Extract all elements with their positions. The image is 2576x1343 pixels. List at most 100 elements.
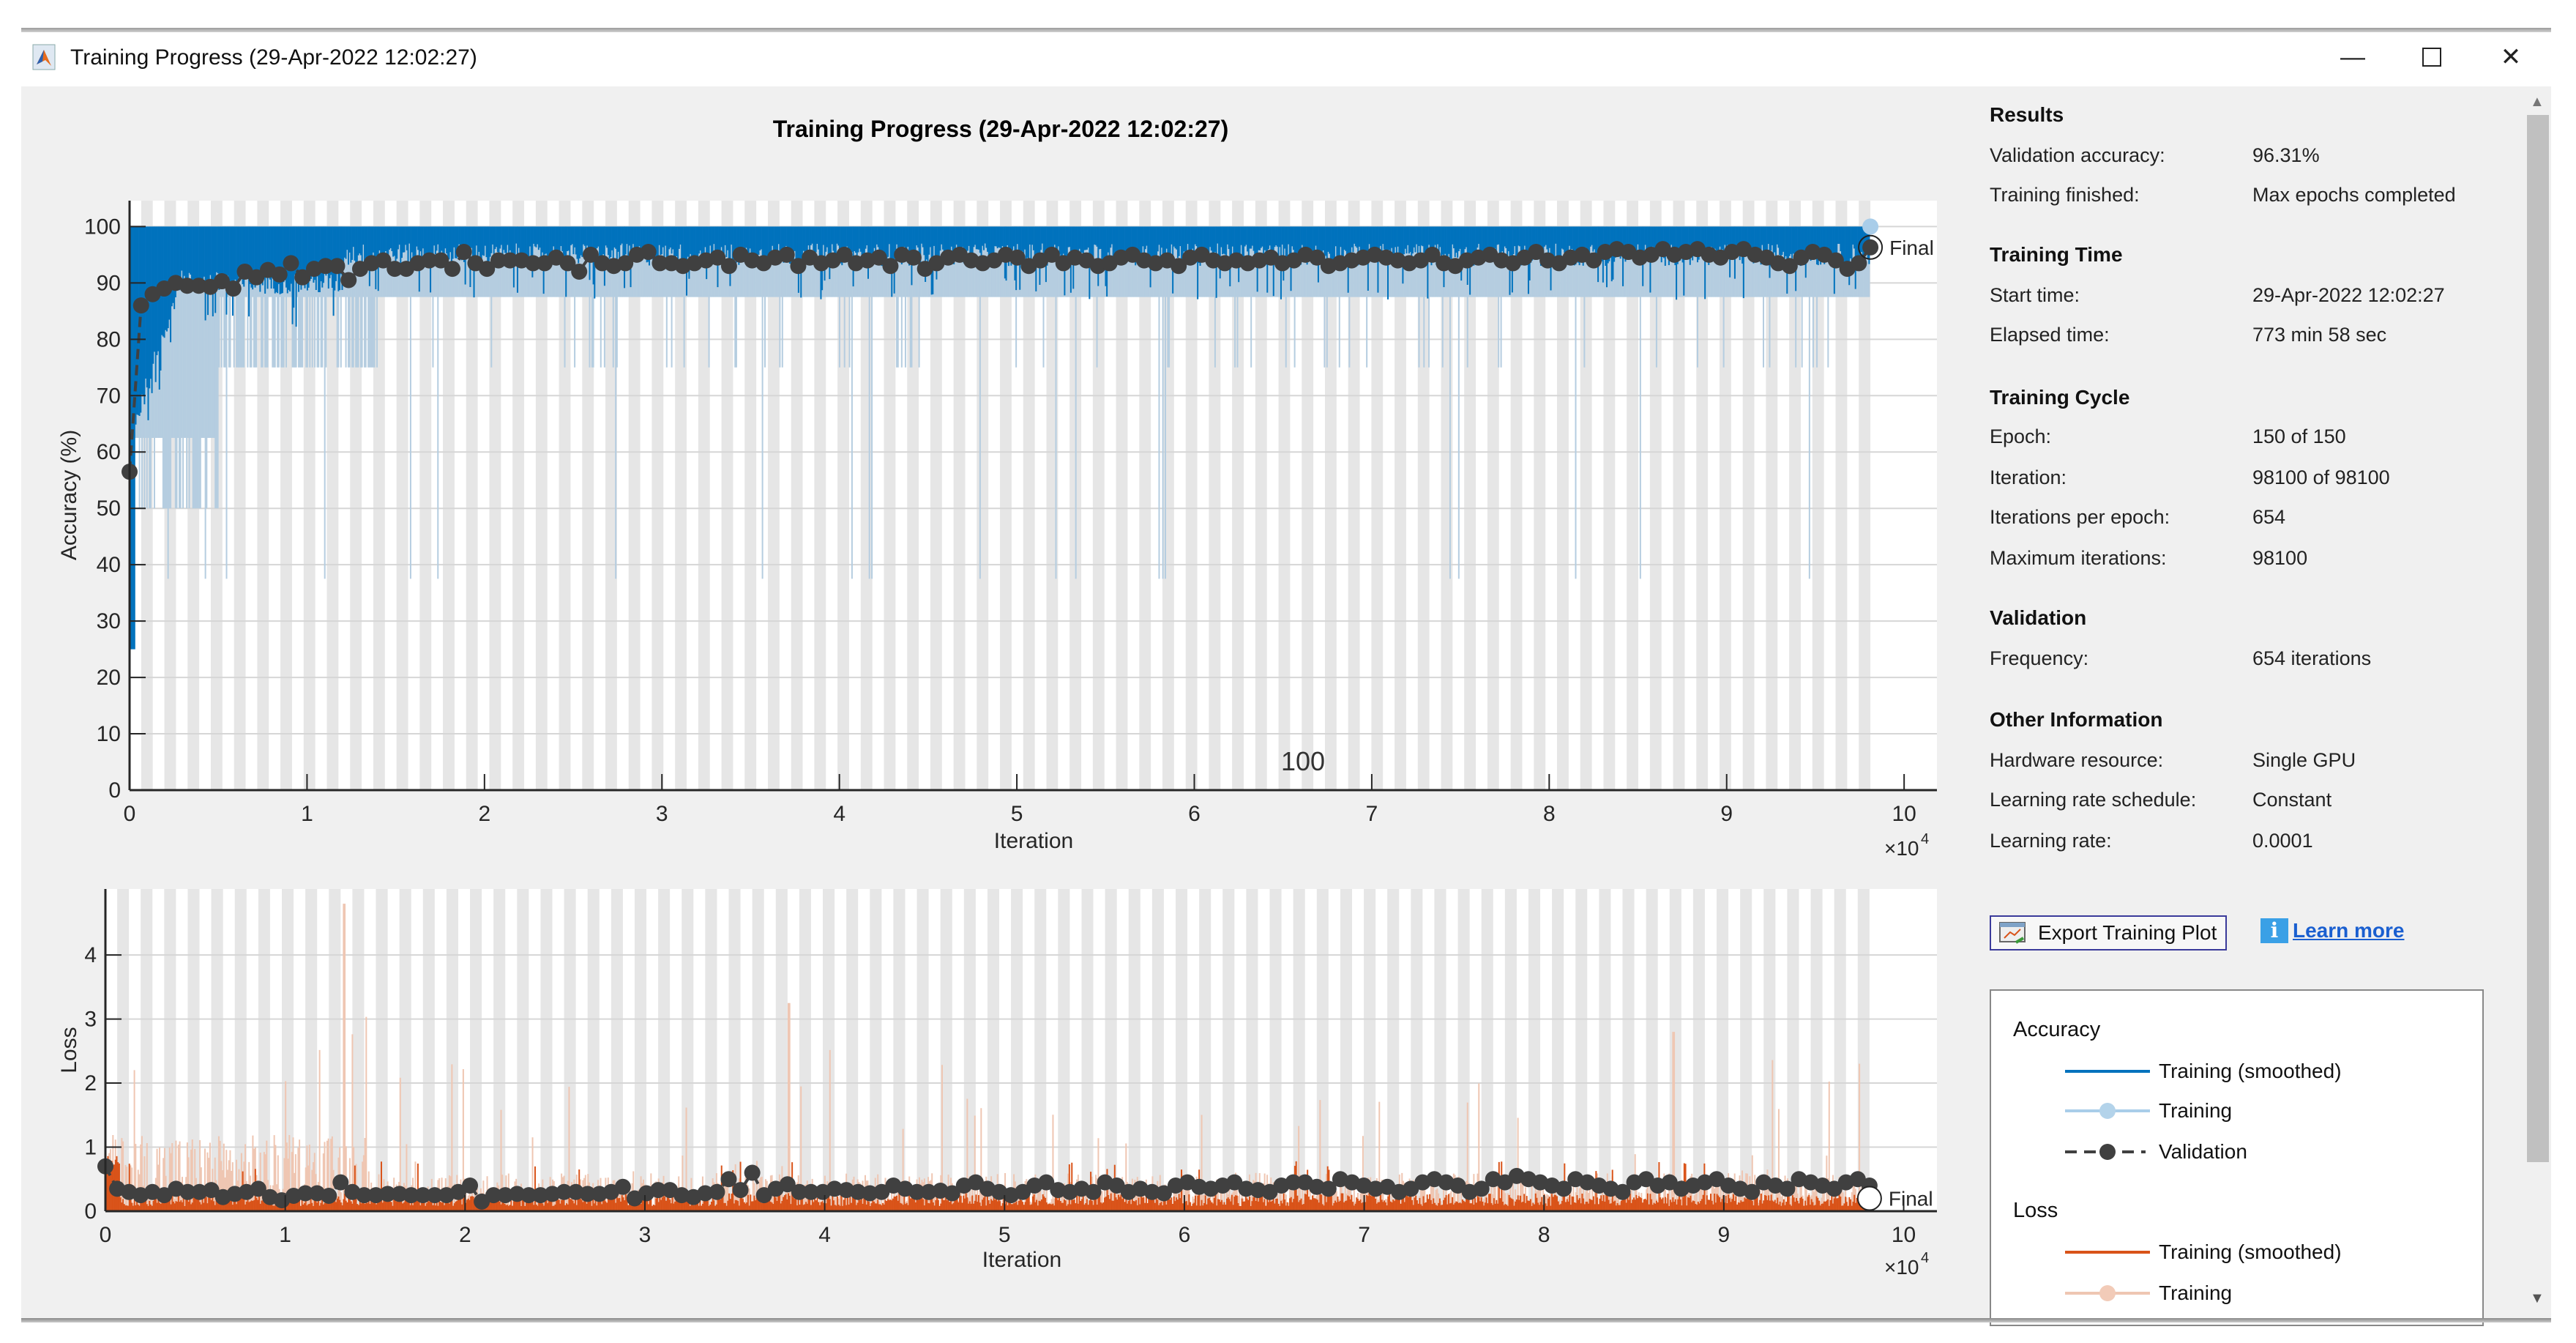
close-icon: ✕ — [2500, 43, 2522, 71]
loss-epoch-band — [1058, 889, 1070, 1211]
accuracy-ytick-label: 30 — [97, 609, 121, 633]
minimize-button[interactable]: — — [2331, 38, 2375, 76]
loss-epoch-band — [1411, 889, 1423, 1211]
validation-accuracy-point — [1862, 239, 1879, 256]
loss-epoch-band — [1810, 889, 1823, 1211]
loss-epoch-band — [916, 889, 929, 1211]
loss-epoch-band — [846, 889, 859, 1211]
loss-epoch-band — [1692, 889, 1705, 1211]
accuracy-ytick-label: 90 — [97, 271, 121, 295]
loss-epoch-band — [493, 889, 506, 1211]
loss-epoch-band — [728, 889, 741, 1211]
loss-epoch-band — [752, 889, 764, 1211]
loss-epoch-band — [1434, 889, 1446, 1211]
loss-epoch-band — [1316, 889, 1329, 1211]
loss-epoch-band — [470, 889, 482, 1211]
loss-epoch-band — [1528, 889, 1541, 1211]
loss-epoch-band — [1763, 889, 1776, 1211]
loss-epoch-band — [823, 889, 835, 1211]
accuracy-xtick-label: 3 — [656, 802, 668, 826]
loss-epoch-band — [1646, 889, 1658, 1211]
validation-accuracy-point — [455, 244, 472, 261]
validation-accuracy-point — [905, 249, 922, 266]
accuracy-xtick-label: 2 — [478, 802, 490, 826]
loss-epoch-band — [1222, 889, 1235, 1211]
loss-epoch-band — [1364, 889, 1376, 1211]
loss-epoch-band — [187, 889, 200, 1211]
loss-epoch-band — [1740, 889, 1752, 1211]
loss-epoch-band — [564, 889, 576, 1211]
validation-accuracy-point — [882, 258, 899, 275]
loss-epoch-band — [634, 889, 647, 1211]
maximize-button[interactable] — [2410, 38, 2454, 76]
maximize-icon — [2422, 48, 2441, 67]
validation-accuracy-point — [329, 258, 346, 275]
loss-epoch-band — [1787, 889, 1799, 1211]
accuracy-ytick-label: 50 — [97, 496, 121, 521]
loss-epoch-band — [870, 889, 882, 1211]
loss-epoch-band — [1246, 889, 1258, 1211]
training-plots: Final 0 10 20 30 40 50 60 70 80 90 100 0 1 2 3 4 5 6 7 8 9 10 I… — [57, 201, 1937, 1279]
loss-epoch-band — [1504, 889, 1517, 1211]
loss-epoch-band — [1481, 889, 1493, 1211]
loss-epoch-band — [1034, 889, 1047, 1211]
validation-accuracy-point — [720, 258, 737, 275]
validation-accuracy-point — [225, 280, 242, 297]
accuracy-ytick-label: 70 — [97, 384, 121, 408]
validation-accuracy-point — [283, 255, 299, 272]
accuracy-x-exponent: ×10 — [1884, 837, 1919, 860]
loss-epoch-band — [1175, 889, 1188, 1211]
loss-epoch-band — [1081, 889, 1094, 1211]
accuracy-xtick-label: 6 — [1188, 802, 1201, 826]
accuracy-ytick-label: 10 — [97, 722, 121, 746]
loss-epoch-band — [1151, 889, 1164, 1211]
accuracy-xtick-label: 9 — [1720, 802, 1733, 826]
accuracy-ytick-label: 100 — [84, 215, 121, 239]
loss-epoch-band — [963, 889, 976, 1211]
loss-epoch-band — [422, 889, 435, 1211]
accuracy-xtick-label: 8 — [1543, 802, 1556, 826]
accuracy-x-exponent-power: 4 — [1921, 831, 1929, 847]
loss-epoch-band — [1669, 889, 1681, 1211]
final-training-accuracy-point — [1862, 218, 1879, 235]
validation-accuracy-point — [132, 297, 149, 314]
validation-accuracy-point — [271, 266, 288, 283]
accuracy-ytick-label: 0 — [108, 778, 121, 803]
accuracy-ytick-label: 40 — [97, 553, 121, 577]
close-button[interactable]: ✕ — [2489, 38, 2533, 76]
validation-accuracy-point — [778, 246, 795, 263]
accuracy-xtick-label: 1 — [301, 802, 313, 826]
accuracy-ytick-label: 20 — [97, 666, 121, 690]
accuracy-xlabel: Iteration — [994, 829, 1073, 853]
validation-accuracy-point — [340, 272, 357, 289]
loss-epoch-band — [1269, 889, 1282, 1211]
loss-epoch-band — [1128, 889, 1140, 1211]
loss-epoch-band — [1717, 889, 1729, 1211]
loss-epoch-band — [1575, 889, 1588, 1211]
accuracy-xtick-label: 0 — [124, 802, 136, 826]
accuracy-xtick-label: 10 — [1892, 802, 1916, 826]
accuracy-ylabel: Accuracy (%) — [57, 430, 81, 560]
accuracy-xtick-label: 4 — [833, 802, 845, 826]
loss-epoch-band — [1599, 889, 1611, 1211]
loss-epoch-band — [587, 889, 600, 1211]
loss-epoch-band — [775, 889, 788, 1211]
loss-epoch-band — [705, 889, 717, 1211]
minimize-icon: — — [2340, 42, 2365, 71]
loss-epoch-band — [1199, 889, 1212, 1211]
validation-accuracy-point — [640, 244, 657, 261]
accuracy-ytick-label: 60 — [97, 440, 121, 464]
loss-epoch-band — [1622, 889, 1635, 1211]
validation-accuracy-point — [571, 263, 588, 280]
accuracy-xtick-label: 5 — [1011, 802, 1023, 826]
loss-epoch-band — [399, 889, 411, 1211]
epoch-annotation: 100 — [1281, 746, 1325, 776]
loss-epoch-band — [658, 889, 671, 1211]
validation-accuracy-point — [444, 261, 460, 278]
loss-epoch-band — [611, 889, 623, 1211]
loss-epoch-band — [517, 889, 529, 1211]
loss-epoch-band — [987, 889, 1000, 1211]
accuracy-ytick-label: 80 — [97, 327, 121, 351]
loss-epoch-band — [1105, 889, 1117, 1211]
loss-epoch-band — [1552, 889, 1564, 1211]
